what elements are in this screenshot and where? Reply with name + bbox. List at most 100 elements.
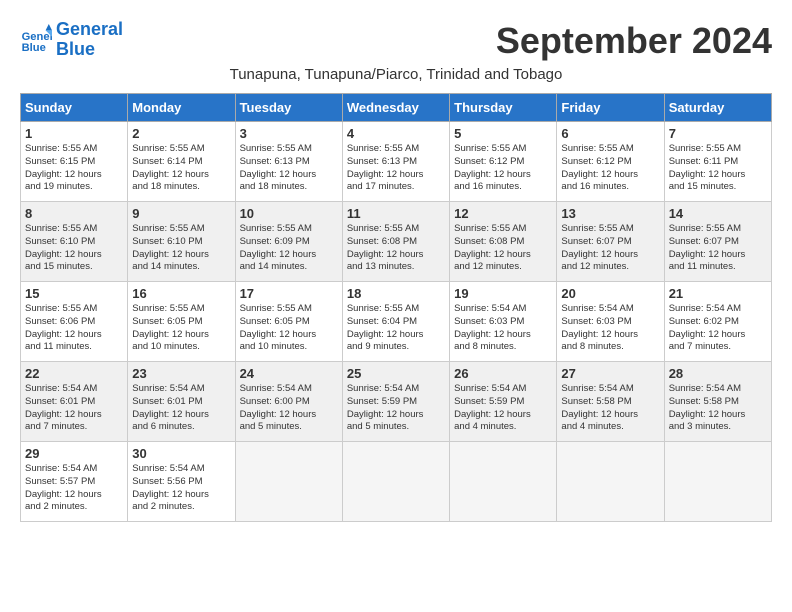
- day-info: Sunrise: 5:55 AMSunset: 6:08 PMDaylight:…: [347, 223, 445, 274]
- calendar-cell: 4 Sunrise: 5:55 AMSunset: 6:13 PMDayligh…: [342, 122, 449, 202]
- calendar-cell: 27 Sunrise: 5:54 AMSunset: 5:58 PMDaylig…: [557, 362, 664, 442]
- day-info: Sunrise: 5:55 AMSunset: 6:13 PMDaylight:…: [240, 143, 338, 194]
- calendar-subtitle: Tunapuna, Tunapuna/Piarco, Trinidad and …: [20, 66, 772, 83]
- svg-text:Blue: Blue: [22, 42, 46, 54]
- calendar-cell: 10 Sunrise: 5:55 AMSunset: 6:09 PMDaylig…: [235, 202, 342, 282]
- day-number: 5: [454, 126, 552, 141]
- day-number: 8: [25, 206, 123, 221]
- day-number: 1: [25, 126, 123, 141]
- day-info: Sunrise: 5:55 AMSunset: 6:06 PMDaylight:…: [25, 303, 123, 354]
- day-info: Sunrise: 5:54 AMSunset: 5:58 PMDaylight:…: [561, 383, 659, 434]
- day-number: 22: [25, 366, 123, 381]
- calendar-cell: 2 Sunrise: 5:55 AMSunset: 6:14 PMDayligh…: [128, 122, 235, 202]
- logo-icon: General Blue: [20, 24, 52, 56]
- calendar-cell: 6 Sunrise: 5:55 AMSunset: 6:12 PMDayligh…: [557, 122, 664, 202]
- day-number: 20: [561, 286, 659, 301]
- logo-text: General Blue: [56, 20, 123, 60]
- calendar-cell: 24 Sunrise: 5:54 AMSunset: 6:00 PMDaylig…: [235, 362, 342, 442]
- header-wednesday: Wednesday: [342, 94, 449, 122]
- day-number: 18: [347, 286, 445, 301]
- calendar-cell: [450, 442, 557, 522]
- day-info: Sunrise: 5:55 AMSunset: 6:12 PMDaylight:…: [561, 143, 659, 194]
- day-info: Sunrise: 5:55 AMSunset: 6:12 PMDaylight:…: [454, 143, 552, 194]
- day-info: Sunrise: 5:54 AMSunset: 6:02 PMDaylight:…: [669, 303, 767, 354]
- calendar-row: 15 Sunrise: 5:55 AMSunset: 6:06 PMDaylig…: [21, 282, 772, 362]
- day-info: Sunrise: 5:54 AMSunset: 5:59 PMDaylight:…: [454, 383, 552, 434]
- day-info: Sunrise: 5:55 AMSunset: 6:07 PMDaylight:…: [669, 223, 767, 274]
- day-number: 16: [132, 286, 230, 301]
- calendar-cell: 25 Sunrise: 5:54 AMSunset: 5:59 PMDaylig…: [342, 362, 449, 442]
- day-info: Sunrise: 5:55 AMSunset: 6:08 PMDaylight:…: [454, 223, 552, 274]
- calendar-row: 29 Sunrise: 5:54 AMSunset: 5:57 PMDaylig…: [21, 442, 772, 522]
- day-number: 6: [561, 126, 659, 141]
- calendar-cell: [235, 442, 342, 522]
- calendar-cell: 1 Sunrise: 5:55 AMSunset: 6:15 PMDayligh…: [21, 122, 128, 202]
- day-number: 25: [347, 366, 445, 381]
- calendar-cell: 23 Sunrise: 5:54 AMSunset: 6:01 PMDaylig…: [128, 362, 235, 442]
- header-monday: Monday: [128, 94, 235, 122]
- day-info: Sunrise: 5:54 AMSunset: 6:03 PMDaylight:…: [454, 303, 552, 354]
- calendar-cell: [557, 442, 664, 522]
- day-info: Sunrise: 5:54 AMSunset: 5:57 PMDaylight:…: [25, 463, 123, 514]
- day-number: 12: [454, 206, 552, 221]
- day-info: Sunrise: 5:55 AMSunset: 6:15 PMDaylight:…: [25, 143, 123, 194]
- day-number: 13: [561, 206, 659, 221]
- calendar-cell: 5 Sunrise: 5:55 AMSunset: 6:12 PMDayligh…: [450, 122, 557, 202]
- calendar-cell: [342, 442, 449, 522]
- logo: General Blue General Blue: [20, 20, 123, 60]
- calendar-row: 1 Sunrise: 5:55 AMSunset: 6:15 PMDayligh…: [21, 122, 772, 202]
- calendar-cell: 20 Sunrise: 5:54 AMSunset: 6:03 PMDaylig…: [557, 282, 664, 362]
- day-number: 9: [132, 206, 230, 221]
- calendar-cell: 28 Sunrise: 5:54 AMSunset: 5:58 PMDaylig…: [664, 362, 771, 442]
- day-info: Sunrise: 5:55 AMSunset: 6:11 PMDaylight:…: [669, 143, 767, 194]
- day-info: Sunrise: 5:54 AMSunset: 6:01 PMDaylight:…: [132, 383, 230, 434]
- calendar-cell: 29 Sunrise: 5:54 AMSunset: 5:57 PMDaylig…: [21, 442, 128, 522]
- day-number: 7: [669, 126, 767, 141]
- calendar-cell: 12 Sunrise: 5:55 AMSunset: 6:08 PMDaylig…: [450, 202, 557, 282]
- calendar-row: 8 Sunrise: 5:55 AMSunset: 6:10 PMDayligh…: [21, 202, 772, 282]
- page-header: General Blue General Blue September 2024: [20, 20, 772, 62]
- day-info: Sunrise: 5:54 AMSunset: 6:01 PMDaylight:…: [25, 383, 123, 434]
- day-info: Sunrise: 5:54 AMSunset: 6:03 PMDaylight:…: [561, 303, 659, 354]
- day-info: Sunrise: 5:55 AMSunset: 6:07 PMDaylight:…: [561, 223, 659, 274]
- day-info: Sunrise: 5:55 AMSunset: 6:10 PMDaylight:…: [132, 223, 230, 274]
- calendar-title: September 2024: [496, 20, 772, 62]
- day-info: Sunrise: 5:54 AMSunset: 5:56 PMDaylight:…: [132, 463, 230, 514]
- header-saturday: Saturday: [664, 94, 771, 122]
- calendar-cell: 18 Sunrise: 5:55 AMSunset: 6:04 PMDaylig…: [342, 282, 449, 362]
- calendar-cell: 21 Sunrise: 5:54 AMSunset: 6:02 PMDaylig…: [664, 282, 771, 362]
- header-tuesday: Tuesday: [235, 94, 342, 122]
- header-thursday: Thursday: [450, 94, 557, 122]
- calendar-cell: 7 Sunrise: 5:55 AMSunset: 6:11 PMDayligh…: [664, 122, 771, 202]
- day-number: 24: [240, 366, 338, 381]
- day-info: Sunrise: 5:55 AMSunset: 6:05 PMDaylight:…: [240, 303, 338, 354]
- day-info: Sunrise: 5:55 AMSunset: 6:10 PMDaylight:…: [25, 223, 123, 274]
- day-info: Sunrise: 5:55 AMSunset: 6:09 PMDaylight:…: [240, 223, 338, 274]
- calendar-cell: 11 Sunrise: 5:55 AMSunset: 6:08 PMDaylig…: [342, 202, 449, 282]
- day-number: 26: [454, 366, 552, 381]
- calendar-cell: 13 Sunrise: 5:55 AMSunset: 6:07 PMDaylig…: [557, 202, 664, 282]
- calendar-cell: 15 Sunrise: 5:55 AMSunset: 6:06 PMDaylig…: [21, 282, 128, 362]
- day-number: 27: [561, 366, 659, 381]
- calendar-cell: 8 Sunrise: 5:55 AMSunset: 6:10 PMDayligh…: [21, 202, 128, 282]
- day-info: Sunrise: 5:54 AMSunset: 5:58 PMDaylight:…: [669, 383, 767, 434]
- day-number: 14: [669, 206, 767, 221]
- calendar-cell: 14 Sunrise: 5:55 AMSunset: 6:07 PMDaylig…: [664, 202, 771, 282]
- day-info: Sunrise: 5:54 AMSunset: 6:00 PMDaylight:…: [240, 383, 338, 434]
- day-number: 29: [25, 446, 123, 461]
- day-number: 19: [454, 286, 552, 301]
- calendar-cell: 19 Sunrise: 5:54 AMSunset: 6:03 PMDaylig…: [450, 282, 557, 362]
- page-container: General Blue General Blue September 2024…: [20, 20, 772, 522]
- calendar-row: 22 Sunrise: 5:54 AMSunset: 6:01 PMDaylig…: [21, 362, 772, 442]
- calendar-cell: [664, 442, 771, 522]
- day-number: 15: [25, 286, 123, 301]
- day-info: Sunrise: 5:55 AMSunset: 6:13 PMDaylight:…: [347, 143, 445, 194]
- calendar-cell: 3 Sunrise: 5:55 AMSunset: 6:13 PMDayligh…: [235, 122, 342, 202]
- day-number: 10: [240, 206, 338, 221]
- day-number: 2: [132, 126, 230, 141]
- day-info: Sunrise: 5:55 AMSunset: 6:05 PMDaylight:…: [132, 303, 230, 354]
- day-info: Sunrise: 5:55 AMSunset: 6:04 PMDaylight:…: [347, 303, 445, 354]
- calendar-cell: 17 Sunrise: 5:55 AMSunset: 6:05 PMDaylig…: [235, 282, 342, 362]
- day-number: 30: [132, 446, 230, 461]
- calendar-cell: 22 Sunrise: 5:54 AMSunset: 6:01 PMDaylig…: [21, 362, 128, 442]
